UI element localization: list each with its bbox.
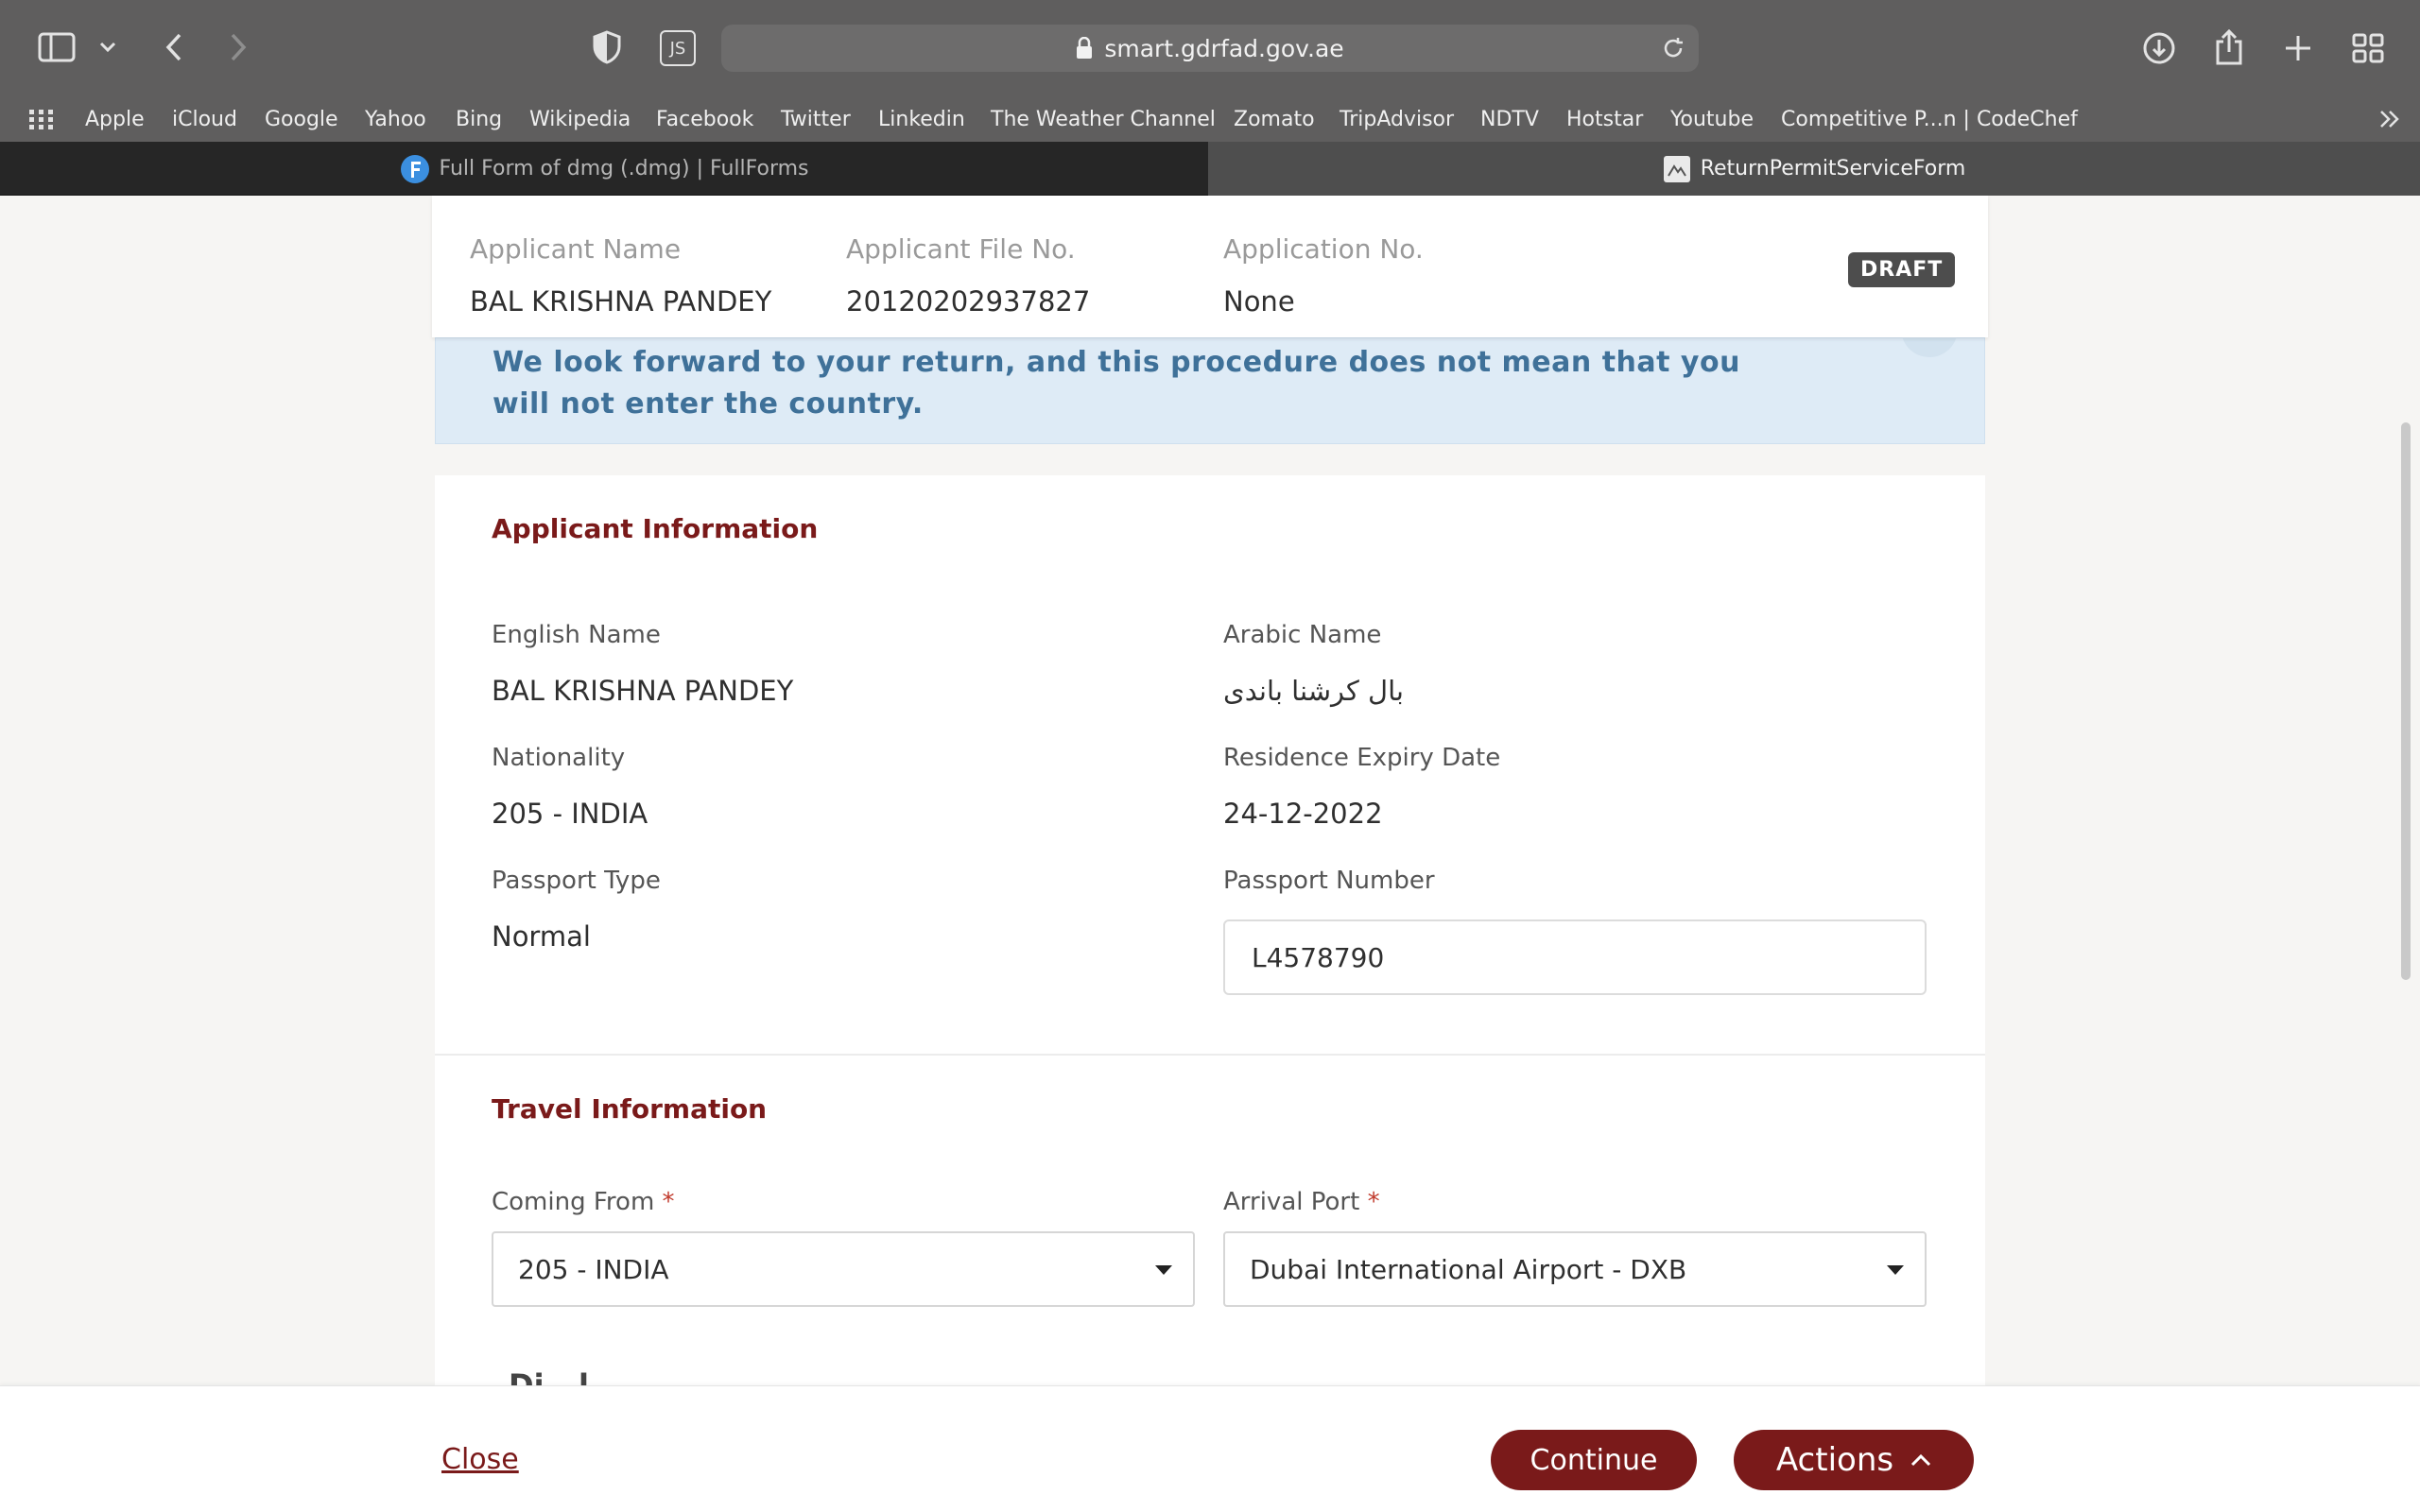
bookmark-youtube[interactable]: Youtube <box>1670 96 1754 142</box>
nationality-value: 205 - INDIA <box>492 798 648 830</box>
bookmark-codechef[interactable]: Competitive P...n | CodeChef <box>1781 96 2078 142</box>
tab-fullforms[interactable]: Full Form of dmg (.dmg) | FullForms <box>0 142 1208 196</box>
tab-title: ReturnPermitServiceForm <box>1700 157 1966 180</box>
tab-return-permit[interactable]: ReturnPermitServiceForm <box>1208 142 2420 196</box>
summary-label: Applicant File No. <box>846 233 1076 265</box>
info-notice: We look forward to your return, and this… <box>435 301 1985 444</box>
bookmark-wikipedia[interactable]: Wikipedia <box>529 96 631 142</box>
summary-value: 20120202937827 <box>846 285 1091 318</box>
more-bookmarks-icon[interactable] <box>2378 96 2401 142</box>
reload-icon[interactable] <box>1661 36 1685 66</box>
bookmarks-bar: Apple iCloud Google Yahoo Bing Wikipedia… <box>0 96 2420 142</box>
residence-expiry-label: Residence Expiry Date <box>1223 744 1501 772</box>
summary-value: BAL KRISHNA PANDEY <box>470 285 772 318</box>
new-tab-plus-icon[interactable] <box>2280 30 2316 66</box>
application-summary-header: Applicant Name BAL KRISHNA PANDEY Applic… <box>432 196 1988 337</box>
passport-number-label: Passport Number <box>1223 867 1435 895</box>
privacy-shield-icon[interactable] <box>590 28 624 66</box>
arrival-port-selected: Dubai International Airport - DXB <box>1250 1253 1687 1285</box>
passport-number-input[interactable]: L4578790 <box>1223 919 1927 995</box>
actions-label: Actions <box>1775 1441 1894 1479</box>
lock-icon <box>1076 37 1093 60</box>
required-mark: * <box>1367 1188 1380 1216</box>
applicant-info-title: Applicant Information <box>492 513 819 544</box>
notice-text: We look forward to your return, and this… <box>493 346 1740 421</box>
file-number-summary: Applicant File No. 20120202937827 <box>846 233 1090 318</box>
action-footer: Close Continue Actions <box>0 1385 2420 1512</box>
tab-bar: Full Form of dmg (.dmg) | FullForms Retu… <box>0 142 2420 196</box>
continue-button[interactable]: Continue <box>1491 1430 1697 1490</box>
bookmark-apple[interactable]: Apple <box>85 96 145 142</box>
bookmark-weather-channel[interactable]: The Weather Channel <box>991 96 1216 142</box>
arrival-port-label: Arrival Port * <box>1223 1188 1380 1216</box>
tab-overview-icon[interactable] <box>2350 31 2386 65</box>
required-mark: * <box>662 1188 675 1216</box>
apps-grid-icon[interactable] <box>28 96 55 142</box>
bookmark-linkedin[interactable]: Linkedin <box>878 96 965 142</box>
summary-label: Application No. <box>1223 233 1424 265</box>
sidebar-toggle-icon[interactable] <box>36 30 78 64</box>
close-link[interactable]: Close <box>441 1443 519 1476</box>
passport-type-label: Passport Type <box>492 867 661 895</box>
dropdown-caret-icon <box>1155 1265 1172 1275</box>
arabic-name-value: بال كرشنا باندى <box>1223 675 1405 707</box>
chevron-up-icon <box>1910 1453 1931 1467</box>
page-scrollbar[interactable] <box>2401 422 2411 980</box>
coming-from-label-text: Coming From <box>492 1188 655 1216</box>
nationality-label: Nationality <box>492 744 626 772</box>
bookmark-tripadvisor[interactable]: TripAdvisor <box>1340 96 1454 142</box>
chevron-down-icon[interactable] <box>95 36 121 59</box>
english-name-value: BAL KRISHNA PANDEY <box>492 675 794 707</box>
application-number-summary: Application No. None <box>1223 233 1424 318</box>
status-badge: DRAFT <box>1848 252 1956 287</box>
bookmark-zomato[interactable]: Zomato <box>1234 96 1315 142</box>
bookmark-google[interactable]: Google <box>265 96 338 142</box>
bookmark-icloud[interactable]: iCloud <box>172 96 237 142</box>
js-extension-icon[interactable]: JS <box>660 30 696 66</box>
coming-from-label: Coming From * <box>492 1188 675 1216</box>
bookmark-facebook[interactable]: Facebook <box>656 96 753 142</box>
passport-type-value: Normal <box>492 920 591 953</box>
download-icon[interactable] <box>2140 29 2178 67</box>
arrival-port-label-text: Arrival Port <box>1223 1188 1360 1216</box>
actions-button[interactable]: Actions <box>1734 1430 1974 1490</box>
bookmark-ndtv[interactable]: NDTV <box>1480 96 1539 142</box>
residence-expiry-value: 24-12-2022 <box>1223 798 1383 830</box>
fullforms-favicon-icon <box>400 154 430 184</box>
url-text: smart.gdrfad.gov.ae <box>1104 34 1344 62</box>
bookmark-yahoo[interactable]: Yahoo <box>365 96 426 142</box>
address-bar[interactable]: smart.gdrfad.gov.ae <box>721 25 1699 72</box>
travel-info-title: Travel Information <box>492 1093 768 1125</box>
tab-title: Full Form of dmg (.dmg) | FullForms <box>439 157 809 180</box>
forward-icon[interactable] <box>223 28 253 66</box>
bookmark-bing[interactable]: Bing <box>456 96 502 142</box>
browser-toolbar: JS smart.gdrfad.gov.ae <box>0 0 2420 96</box>
page-content: Applicant Name BAL KRISHNA PANDEY Applic… <box>0 196 2420 1512</box>
form-card: Applicant Information English Name BAL K… <box>435 475 1985 1512</box>
arabic-name-label: Arabic Name <box>1223 621 1382 649</box>
coming-from-selected: 205 - INDIA <box>518 1253 669 1285</box>
coming-from-select[interactable]: 205 - INDIA <box>492 1231 1195 1307</box>
document-favicon-icon <box>1663 155 1691 183</box>
bookmark-hotstar[interactable]: Hotstar <box>1566 96 1643 142</box>
dropdown-caret-icon <box>1887 1265 1904 1275</box>
section-divider <box>435 1054 1985 1056</box>
summary-value: None <box>1223 285 1295 318</box>
english-name-label: English Name <box>492 621 661 649</box>
share-icon[interactable] <box>2210 26 2248 68</box>
summary-label: Applicant Name <box>470 233 682 265</box>
applicant-name-summary: Applicant Name BAL KRISHNA PANDEY <box>470 233 771 318</box>
bookmark-twitter[interactable]: Twitter <box>781 96 851 142</box>
arrival-port-select[interactable]: Dubai International Airport - DXB <box>1223 1231 1927 1307</box>
back-icon[interactable] <box>159 28 189 66</box>
